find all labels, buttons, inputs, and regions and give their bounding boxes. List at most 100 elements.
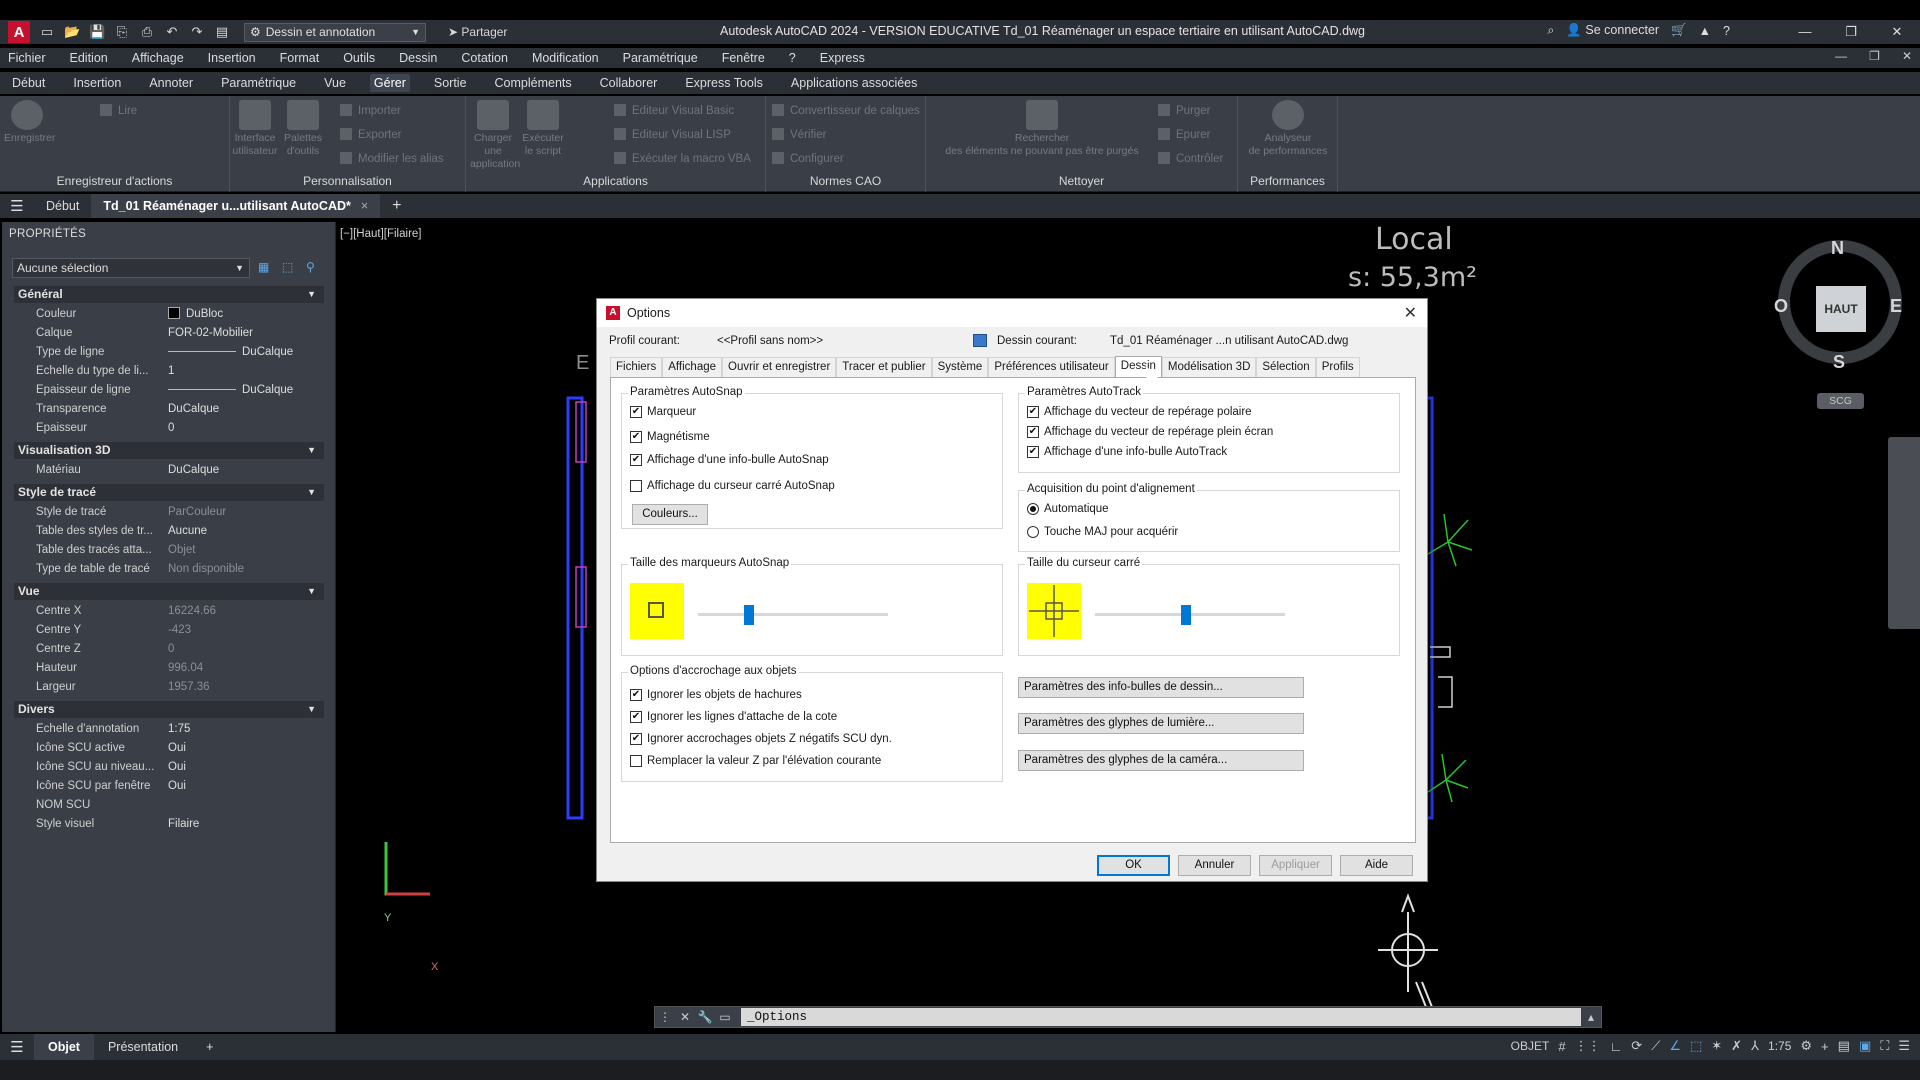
- import-button[interactable]: Importer: [340, 104, 401, 117]
- section-vis3d[interactable]: Visualisation 3D ▼: [14, 442, 324, 459]
- doc-restore-button[interactable]: ❐: [1869, 49, 1880, 63]
- load-application-button[interactable]: Charger une application: [470, 100, 520, 171]
- property-row[interactable]: Hauteur 996.04: [14, 659, 324, 678]
- viewcube-top-face[interactable]: HAUT: [1816, 286, 1866, 332]
- checkbox-box[interactable]: ✔: [630, 689, 642, 701]
- chevron-up-icon[interactable]: ▴: [1581, 1010, 1601, 1024]
- new-tab-button[interactable]: +: [380, 197, 413, 215]
- performance-analyzer-button[interactable]: Analyseur de performances: [1244, 100, 1332, 158]
- object-snap-icon[interactable]: ⬚: [1690, 1038, 1702, 1054]
- panel-title[interactable]: Enregistreur d'actions: [0, 174, 229, 188]
- menu-format[interactable]: Format: [280, 51, 320, 65]
- units-icon[interactable]: ▤: [1838, 1038, 1850, 1054]
- camera-glyph-settings-button[interactable]: Paramètres des glyphes de la caméra...: [1018, 750, 1304, 771]
- property-row[interactable]: Centre Y -423: [14, 621, 324, 640]
- grid-icon[interactable]: #: [1558, 1039, 1565, 1054]
- tab-ouvrir-enregistrer[interactable]: Ouvrir et enregistrer: [722, 357, 837, 377]
- checkbox-autosnap-tooltip[interactable]: ✔ Affichage d'une info-bulle AutoSnap: [630, 454, 829, 466]
- wrench-icon[interactable]: 🔧: [695, 1010, 715, 1024]
- snap-icon[interactable]: ⋮⋮: [1575, 1038, 1601, 1054]
- viewport-controls[interactable]: [−][Haut][Filaire]: [340, 228, 422, 240]
- menu-cotation[interactable]: Cotation: [461, 51, 508, 65]
- autocad-logo-icon[interactable]: A: [8, 21, 30, 43]
- cart-icon[interactable]: 🛒: [1671, 23, 1687, 38]
- tab-modelisation-3d[interactable]: Modélisation 3D: [1161, 357, 1257, 377]
- checkbox-box[interactable]: ✔: [630, 733, 642, 745]
- lisp-editor-button[interactable]: Editeur Visual LISP: [614, 128, 731, 141]
- navigation-bar[interactable]: [1888, 437, 1920, 629]
- maximize-button[interactable]: ❐: [1828, 20, 1874, 44]
- doc-minimize-button[interactable]: —: [1835, 49, 1847, 63]
- tab-affichage[interactable]: Affichage: [662, 357, 723, 377]
- radio-automatic[interactable]: Automatique: [1027, 503, 1109, 515]
- minimize-button[interactable]: —: [1782, 20, 1828, 44]
- tab-sortie[interactable]: Sortie: [430, 74, 471, 92]
- annotation-visibility-icon[interactable]: ✶: [1711, 1038, 1722, 1054]
- tab-drawing[interactable]: Td_01 Réaménager u...utilisant AutoCAD* ×: [91, 194, 381, 218]
- ucs-dropdown[interactable]: SCG: [1817, 393, 1864, 409]
- toggle-pickadd-icon[interactable]: ▦: [258, 260, 274, 276]
- property-row[interactable]: Echelle du type de li... 1: [14, 362, 324, 381]
- quick-properties-icon[interactable]: ▣: [1859, 1038, 1871, 1054]
- doc-close-button[interactable]: ✕: [1902, 49, 1912, 63]
- property-row[interactable]: Epaisseur de ligne DuCalque: [14, 381, 324, 400]
- tab-gerer[interactable]: Gérer: [369, 74, 410, 92]
- tool-palettes-button[interactable]: Palettes d'outils: [280, 100, 326, 158]
- tab-fichiers[interactable]: Fichiers: [610, 357, 663, 377]
- auto-scale-icon[interactable]: ✗: [1731, 1038, 1742, 1054]
- checkbox-ignore-negative-z[interactable]: ✔ Ignorer accrochages objets Z négatifs S…: [630, 733, 892, 745]
- viewcube-east[interactable]: E: [1890, 296, 1902, 317]
- checkbox-aperture-box[interactable]: Affichage du curseur carré AutoSnap: [630, 480, 835, 492]
- record-button[interactable]: Enregistrer: [4, 100, 55, 145]
- checkbox-ignore-dim-ext[interactable]: ✔ Ignorer les lignes d'attache de la cote: [630, 711, 837, 723]
- tab-debut[interactable]: Début: [8, 74, 49, 92]
- tab-selection[interactable]: Sélection: [1256, 357, 1316, 377]
- recent-commands-icon[interactable]: ▭: [715, 1010, 735, 1024]
- property-row[interactable]: Style visuel Filaire: [14, 815, 324, 834]
- share-button[interactable]: ➤ Partager: [448, 25, 507, 39]
- property-row[interactable]: Centre X 16224.66: [14, 602, 324, 621]
- new-file-icon[interactable]: ▭: [39, 24, 55, 40]
- menu-affichage[interactable]: Affichage: [132, 51, 184, 65]
- plot-icon[interactable]: ⎙: [139, 24, 155, 40]
- lights-glyph-settings-button[interactable]: Paramètres des glyphes de lumière...: [1018, 713, 1304, 734]
- tab-profils[interactable]: Profils: [1315, 357, 1360, 377]
- close-icon[interactable]: ✕: [675, 1010, 695, 1024]
- checkbox-ignore-hatch[interactable]: ✔ Ignorer les objets de hachures: [630, 689, 802, 701]
- menu-express[interactable]: Express: [820, 51, 865, 65]
- marker-size-slider-track[interactable]: [698, 613, 888, 616]
- layer-translator-button[interactable]: Convertisseur de calques: [772, 104, 920, 117]
- menu-fichier[interactable]: Fichier: [8, 51, 46, 65]
- tab-collaborer[interactable]: Collaborer: [596, 74, 662, 92]
- property-row[interactable]: Couleur DuBloc: [14, 305, 324, 324]
- menu-hamburger-icon[interactable]: ☰: [0, 197, 34, 215]
- tab-parametrique[interactable]: Paramétrique: [217, 74, 300, 92]
- ortho-icon[interactable]: ∟: [1610, 1039, 1623, 1054]
- section-plotstyle[interactable]: Style de tracé ▼: [14, 484, 324, 501]
- annotation-scale-icon[interactable]: ⅄: [1751, 1038, 1759, 1054]
- search-icon[interactable]: ⌕: [1547, 23, 1554, 38]
- help-button[interactable]: Aide: [1340, 855, 1413, 876]
- checkbox-polar-tracking[interactable]: ✔ Affichage du vecteur de repérage polair…: [1027, 406, 1252, 418]
- viewcube-west[interactable]: O: [1774, 296, 1788, 317]
- menu-outils[interactable]: Outils: [343, 51, 375, 65]
- property-row[interactable]: Table des styles de tr... Aucune: [14, 522, 324, 541]
- checkbox-box[interactable]: ✔: [630, 406, 642, 418]
- tab-tracer-publier[interactable]: Tracer et publier: [836, 357, 932, 377]
- checkbox-magnet[interactable]: ✔ Magnétisme: [630, 431, 710, 443]
- property-row[interactable]: Table des tracés atta... Objet: [14, 541, 324, 560]
- tab-applications-associees[interactable]: Applications associées: [787, 74, 921, 92]
- save-as-icon[interactable]: ⎘: [114, 24, 130, 40]
- section-view[interactable]: Vue ▼: [14, 583, 324, 600]
- workspace-dropdown[interactable]: ⚙ Dessin et annotation ▼: [244, 22, 426, 42]
- checkbox-box[interactable]: [630, 480, 642, 492]
- property-row[interactable]: Icône SCU active Oui: [14, 739, 324, 758]
- property-row[interactable]: Echelle d'annotation 1:75: [14, 720, 324, 739]
- property-row[interactable]: Largeur 1957.36: [14, 678, 324, 697]
- find-non-purgeable-button[interactable]: Rechercher des éléments ne pouvant pas êt…: [942, 100, 1142, 158]
- select-objects-icon[interactable]: ⬚: [282, 260, 298, 276]
- marker-size-slider-thumb[interactable]: [744, 605, 755, 625]
- clean-screen-icon[interactable]: ⛶: [1880, 1038, 1889, 1054]
- drag-handle-icon[interactable]: ⋮: [655, 1010, 675, 1024]
- annotation-scale-value[interactable]: 1:75: [1768, 1039, 1791, 1053]
